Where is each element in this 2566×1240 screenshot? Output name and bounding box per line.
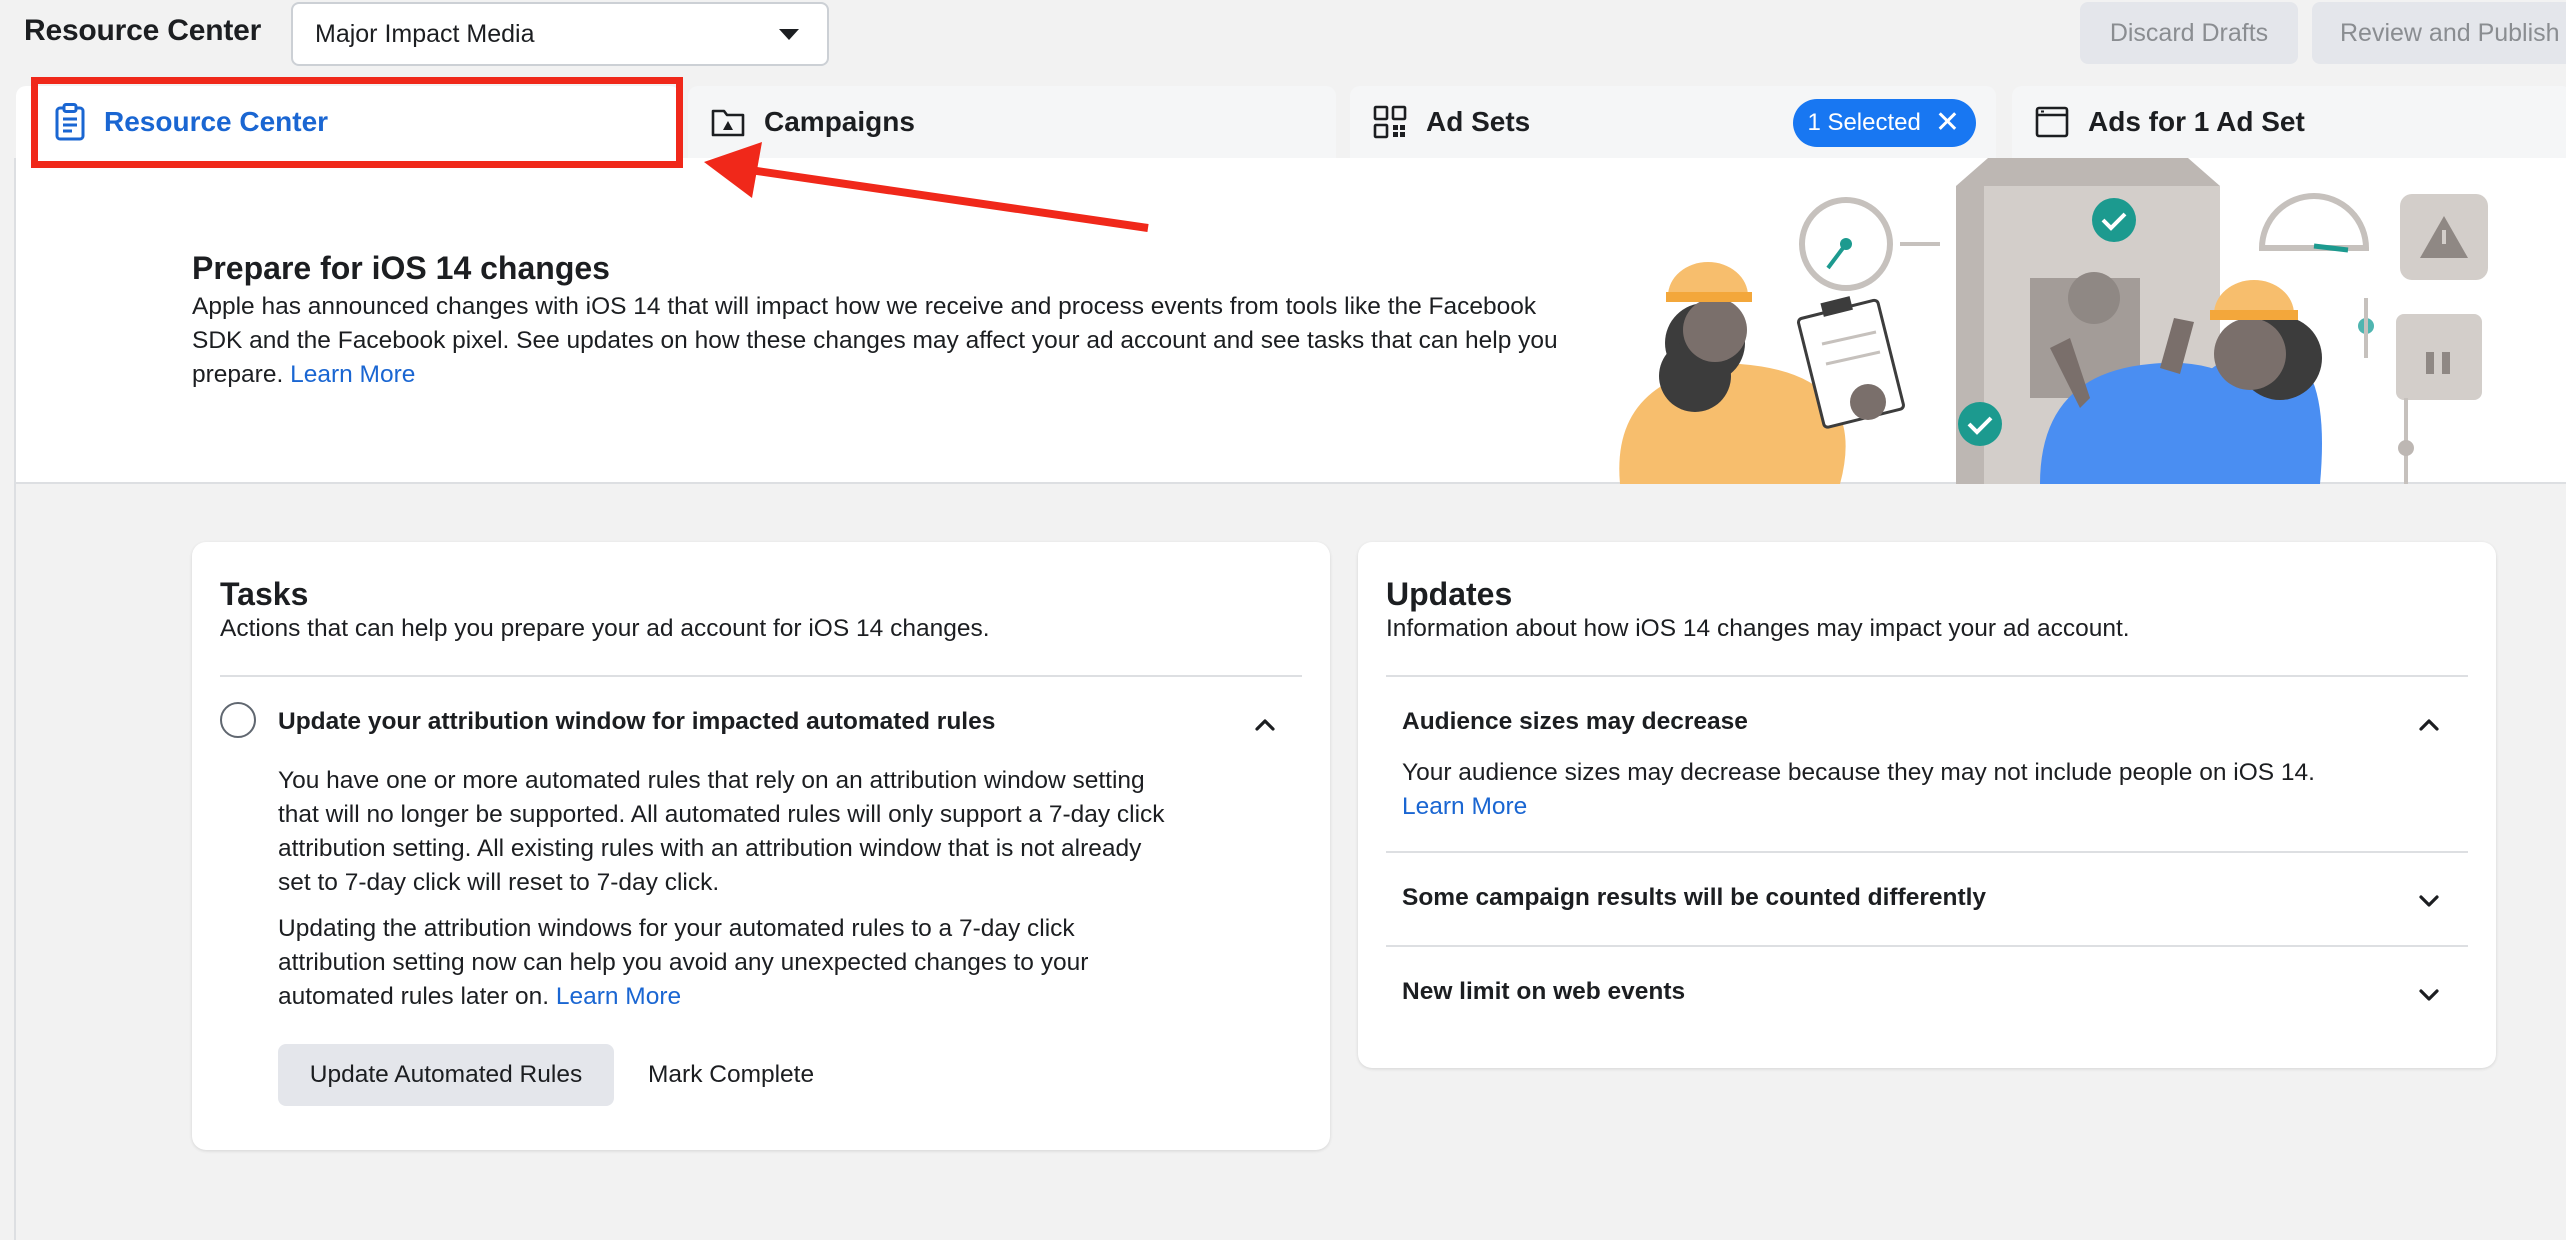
grid-icon	[1372, 104, 1408, 140]
task-description-secondary: Updating the attribution windows for you…	[278, 912, 1178, 1014]
update-item-title[interactable]: Some campaign results will be counted di…	[1402, 884, 1986, 912]
task-title[interactable]: Update your attribution window for impac…	[278, 708, 995, 736]
banner-text: Apple has announced changes with iOS 14 …	[192, 290, 1592, 392]
tab-ads[interactable]: Ads for 1 Ad Set	[2012, 86, 2566, 158]
chevron-up-icon[interactable]	[1252, 712, 1278, 738]
selected-count-label: 1 Selected	[1807, 109, 1921, 136]
tab-label: Campaigns	[764, 106, 915, 137]
page-title: Resource Center	[24, 14, 262, 47]
updates-card: Updates Information about how iOS 14 cha…	[1358, 542, 2496, 1068]
top-bar: Resource Center Major Impact Media Disca…	[0, 0, 2566, 72]
task-complete-radio[interactable]	[220, 702, 256, 738]
discard-drafts-button[interactable]: Discard Drafts	[2080, 2, 2298, 64]
task-note: Updating the attribution windows for you…	[278, 915, 1089, 1010]
tab-label: Ad Sets	[1426, 106, 1531, 137]
resource-center-page: Resource Center Major Impact Media Disca…	[0, 0, 2566, 1240]
chevron-down-icon[interactable]	[2416, 888, 2442, 914]
close-icon[interactable]: ✕	[1935, 108, 1960, 138]
task-description: You have one or more automated rules tha…	[278, 767, 1165, 896]
mark-complete-button[interactable]: Mark Complete	[648, 1044, 814, 1106]
updates-subtitle: Information about how iOS 14 changes may…	[1386, 615, 2130, 642]
update-item-title[interactable]: New limit on web events	[1402, 978, 1685, 1006]
divider	[1386, 851, 2468, 853]
ios14-banner: Prepare for iOS 14 changes Apple has ann…	[16, 158, 2566, 484]
update-automated-rules-button[interactable]: Update Automated Rules	[278, 1044, 614, 1106]
tasks-title: Tasks	[220, 576, 309, 612]
divider	[1386, 945, 2468, 947]
banner-title: Prepare for iOS 14 changes	[192, 250, 610, 286]
update-item-text: Your audience sizes may decrease because…	[1402, 759, 2315, 786]
tasks-card: Tasks Actions that can help you prepare …	[192, 542, 1330, 1150]
update-item-body: Your audience sizes may decrease because…	[1402, 756, 2442, 824]
learn-more-link[interactable]: Learn More	[290, 361, 415, 388]
tab-ad-sets[interactable]: Ad Sets 1 Selected ✕	[1350, 86, 1996, 158]
update-item-title[interactable]: Audience sizes may decrease	[1402, 708, 1748, 736]
caret-down-icon	[779, 28, 799, 40]
ios14-illustration	[1619, 158, 2488, 484]
account-selector[interactable]: Major Impact Media	[291, 2, 829, 66]
updates-title: Updates	[1386, 576, 1513, 612]
window-icon	[2034, 104, 2070, 140]
divider	[1386, 675, 2468, 677]
annotation-highlight-box	[31, 77, 683, 168]
learn-more-link[interactable]: Learn More	[1402, 790, 2442, 824]
annotation-arrow-icon	[704, 142, 1149, 232]
tasks-subtitle: Actions that can help you prepare your a…	[220, 615, 990, 642]
account-selector-value: Major Impact Media	[315, 19, 535, 48]
learn-more-link[interactable]: Learn More	[556, 983, 681, 1010]
selected-count-badge[interactable]: 1 Selected ✕	[1793, 99, 1976, 147]
tab-label: Ads for 1 Ad Set	[2088, 106, 2305, 137]
chevron-down-icon[interactable]	[2416, 982, 2442, 1008]
folder-icon	[710, 104, 746, 140]
left-gutter	[0, 158, 16, 1240]
review-and-publish-button[interactable]: Review and Publish	[2312, 2, 2566, 64]
chevron-up-icon[interactable]	[2416, 712, 2442, 738]
divider	[220, 675, 1302, 677]
